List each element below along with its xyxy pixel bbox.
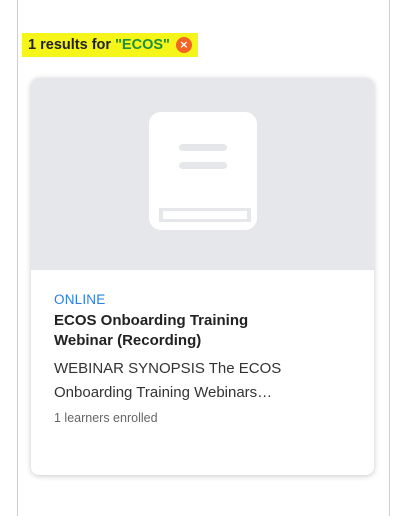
results-label: results for: [40, 37, 112, 53]
course-card[interactable]: ONLINE ECOS Onboarding Training Webinar …: [31, 78, 374, 475]
search-results-summary: 1 results for "ECOS" ×: [22, 33, 198, 57]
search-query: "ECOS": [115, 37, 170, 53]
course-thumbnail: [31, 78, 374, 270]
course-title-line1: ECOS Onboarding Training: [54, 312, 249, 329]
course-card-body: ONLINE ECOS Onboarding Training Webinar …: [31, 270, 374, 425]
course-synopsis-line1: WEBINAR SYNOPSIS The ECOS: [54, 360, 282, 377]
course-synopsis: WEBINAR SYNOPSIS The ECOS Onboarding Tra…: [54, 357, 350, 405]
delivery-type: ONLINE: [54, 292, 106, 307]
enrolled-count: 1 learners enrolled: [54, 411, 158, 425]
course-synopsis-line2: Onboarding Training Webinars…: [54, 384, 273, 401]
results-count: 1: [28, 37, 37, 53]
course-title[interactable]: ECOS Onboarding Training Webinar (Record…: [54, 311, 350, 351]
course-title-line2: Webinar (Recording): [54, 332, 202, 349]
book-icon: [149, 112, 257, 230]
results-count-text: 1 results for "ECOS": [28, 37, 170, 53]
close-circle-icon[interactable]: ×: [175, 37, 192, 53]
